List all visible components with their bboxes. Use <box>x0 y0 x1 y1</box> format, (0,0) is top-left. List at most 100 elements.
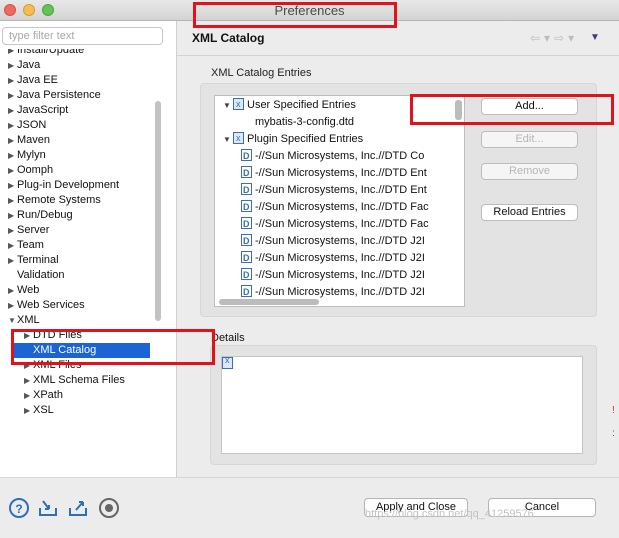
dtd-icon <box>241 182 252 199</box>
collapsed-arrow-icon[interactable]: ▶ <box>8 73 17 88</box>
forward-arrow-icon[interactable]: ⇨▾ <box>554 31 578 45</box>
tree-item[interactable]: ▶ Web <box>0 283 160 298</box>
collapsed-arrow-icon[interactable]: ▶ <box>8 223 17 238</box>
header-divider <box>177 55 619 56</box>
tree-item[interactable]: ▶ Install/Update <box>0 49 160 58</box>
edit-button[interactable]: Edit... <box>481 131 578 148</box>
collapsed-arrow-icon[interactable]: ▶ <box>8 88 17 103</box>
tree-item[interactable]: ▼XML <box>0 313 160 328</box>
collapsed-arrow-icon[interactable]: ▶ <box>8 283 17 298</box>
tree-item[interactable]: ▶ Mylyn <box>0 148 160 163</box>
catalog-entries-tree[interactable]: -//Sun Microsystems, Inc.//DTD J2I -//Sun… <box>214 95 465 307</box>
catalog-entry[interactable]: -//Sun Microsystems, Inc.//DTD Fac <box>241 199 429 216</box>
tree-item[interactable]: ▶ JavaScript <box>0 103 160 118</box>
catalog-entry-label: -//Sun Microsystems, Inc.//DTD Fac <box>255 218 429 230</box>
tree-item-label: Team <box>17 239 44 251</box>
nav-arrows: ⇦▾⇨▾ <box>530 31 578 45</box>
collapsed-arrow-icon[interactable]: ▶ <box>8 49 17 58</box>
catalog-icon <box>222 355 233 369</box>
catalog-entry-label: -//Sun Microsystems, Inc.//DTD Ent <box>255 184 427 196</box>
tree-item[interactable]: ▶ Run/Debug <box>0 208 160 223</box>
catalog-entry[interactable]: ▼ User Specified Entries <box>223 96 356 114</box>
annotation-box-add <box>410 94 614 125</box>
export-icon[interactable] <box>68 498 88 518</box>
tree-item[interactable]: ▶ Java <box>0 58 160 73</box>
collapsed-arrow-icon[interactable]: ▶ <box>8 163 17 178</box>
tree-item-label: Run/Debug <box>17 209 73 221</box>
reload-entries-button[interactable]: Reload Entries <box>481 204 578 221</box>
collapsed-arrow-icon[interactable]: ▶ <box>8 193 17 208</box>
tree-item[interactable]: ▶ Terminal <box>0 253 160 268</box>
tree-item[interactable]: ▶ XML Schema Files <box>0 373 160 388</box>
catalog-entry[interactable]: -//Sun Microsystems, Inc.//DTD J2I <box>241 233 425 250</box>
filter-input[interactable]: type filter text <box>2 27 163 45</box>
import-icon[interactable] <box>38 498 58 518</box>
preferences-tree: ▶ Install/Update ▶ Java ▶ Java EE ▶ Java Persis… <box>0 49 160 449</box>
view-menu-icon[interactable]: ▼ <box>590 32 600 43</box>
tree-item[interactable]: ▶ Remote Systems <box>0 193 160 208</box>
tree-item-label: Java Persistence <box>17 89 101 101</box>
tree-item[interactable]: ▶ Maven <box>0 133 160 148</box>
tree-item[interactable]: ▶ XPath <box>0 388 160 403</box>
help-icon[interactable]: ? <box>9 498 29 518</box>
collapsed-arrow-icon[interactable]: ▶ <box>8 238 17 253</box>
dtd-icon <box>241 284 252 301</box>
entries-horizontal-scrollbar[interactable] <box>219 299 319 305</box>
collapsed-arrow-icon[interactable]: ▶ <box>8 133 17 148</box>
collapsed-arrow-icon[interactable]: ▶ <box>24 373 33 388</box>
background-edge-mark: ! <box>612 405 615 416</box>
expanded-arrow-icon[interactable]: ▼ <box>223 131 233 148</box>
tree-item[interactable]: ▶ Plug-in Development <box>0 178 160 193</box>
tree-item[interactable]: ▶ Team <box>0 238 160 253</box>
tree-item[interactable]: ▶ Server <box>0 223 160 238</box>
collapsed-arrow-icon[interactable]: ▶ <box>8 253 17 268</box>
collapsed-arrow-icon[interactable]: ▶ <box>8 118 17 133</box>
collapsed-arrow-icon[interactable]: ▶ <box>24 403 33 418</box>
expanded-arrow-icon[interactable]: ▼ <box>8 313 17 328</box>
collapsed-arrow-icon[interactable]: ▶ <box>8 148 17 163</box>
dtd-icon <box>241 250 252 267</box>
tree-item-label: XPath <box>33 389 63 401</box>
tree-item[interactable]: ▶ Oomph <box>0 163 160 178</box>
dtd-icon <box>241 165 252 182</box>
catalog-entry-label: -//Sun Microsystems, Inc.//DTD J2I <box>255 286 425 298</box>
collapsed-arrow-icon[interactable]: ▶ <box>8 298 17 313</box>
catalog-icon <box>233 96 244 113</box>
catalog-entry[interactable]: ▼ Plugin Specified Entries <box>223 130 363 148</box>
tree-item[interactable]: ▶ JSON <box>0 118 160 133</box>
collapsed-arrow-icon[interactable]: ▶ <box>24 388 33 403</box>
tree-item-label: Server <box>17 224 50 236</box>
collapsed-arrow-icon[interactable]: ▶ <box>8 178 17 193</box>
collapsed-arrow-icon[interactable]: ▶ <box>8 58 17 73</box>
details-label: Details <box>211 332 245 344</box>
tree-item-label: Terminal <box>17 254 59 266</box>
annotation-box-title <box>193 2 397 28</box>
tree-item-label: Install/Update <box>17 49 85 56</box>
background-edge-mark: : <box>612 428 615 439</box>
catalog-entry[interactable]: -//Sun Microsystems, Inc.//DTD Fac <box>241 216 429 233</box>
catalog-entry[interactable]: -//Sun Microsystems, Inc.//DTD Co <box>241 148 424 165</box>
catalog-entry[interactable]: -//Sun Microsystems, Inc.//DTD J2I <box>241 250 425 267</box>
catalog-entry[interactable]: mybatis-3-config.dtd <box>255 114 354 131</box>
watermark: https://blog.csdn.net/qq_41259576 <box>365 508 534 520</box>
remove-button[interactable]: Remove <box>481 163 578 180</box>
collapsed-arrow-icon[interactable]: ▶ <box>8 103 17 118</box>
back-arrow-icon[interactable]: ⇦▾ <box>530 31 554 45</box>
tree-item[interactable]: ▶ Web Services <box>0 298 160 313</box>
tree-item-label: XSL <box>33 404 54 416</box>
tree-item[interactable]: ▶ XSL <box>0 403 160 418</box>
collapsed-arrow-icon[interactable]: ▶ <box>8 208 17 223</box>
catalog-entry-label: -//Sun Microsystems, Inc.//DTD J2I <box>255 235 425 247</box>
catalog-entry[interactable]: -//Sun Microsystems, Inc.//DTD J2I <box>241 267 425 284</box>
tree-item[interactable]: Validation <box>0 268 160 283</box>
catalog-entry[interactable]: -//Sun Microsystems, Inc.//DTD Ent <box>241 182 427 199</box>
dtd-icon <box>241 148 252 165</box>
record-icon[interactable] <box>99 498 119 518</box>
tree-scrollbar[interactable] <box>155 101 161 321</box>
tree-item[interactable]: ▶ Java Persistence <box>0 88 160 103</box>
tree-item[interactable]: ▶ Java EE <box>0 73 160 88</box>
annotation-box-xml-catalog <box>11 329 215 365</box>
expanded-arrow-icon[interactable]: ▼ <box>223 97 233 114</box>
catalog-entry[interactable]: -//Sun Microsystems, Inc.//DTD Ent <box>241 165 427 182</box>
tree-item-label: JavaScript <box>17 104 69 116</box>
